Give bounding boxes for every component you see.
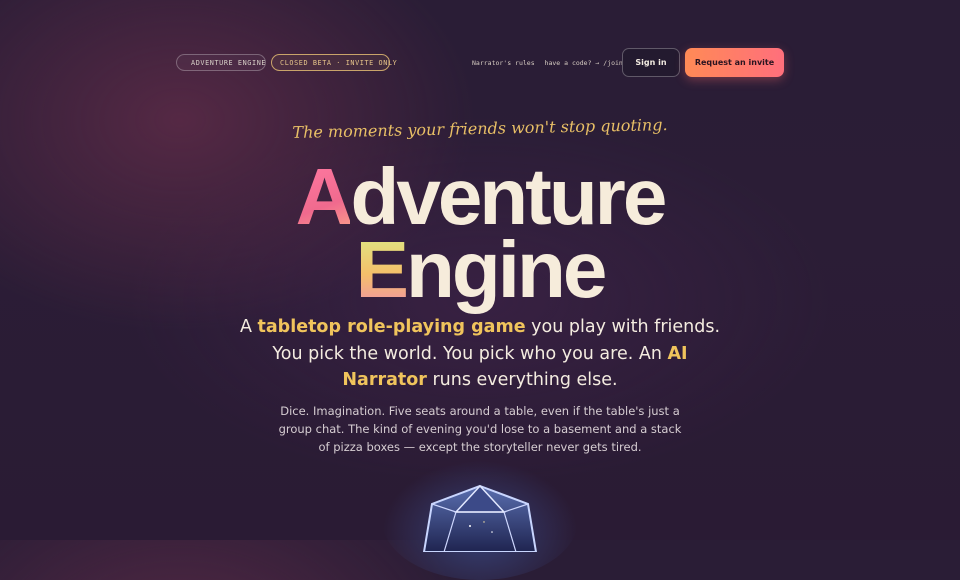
sign-in-label: Sign in <box>635 58 667 67</box>
title-cap-e: E <box>355 225 409 314</box>
lead-highlight-tabletop: tabletop role-playing game <box>257 317 526 337</box>
d20-dice-icon <box>422 484 538 552</box>
request-invite-label: Request an invite <box>694 58 775 67</box>
lead-text-1: A <box>239 317 258 337</box>
join-code-link[interactable]: have a code? → /join <box>545 59 623 67</box>
beta-badge-label: CLOSED BETA · INVITE ONLY <box>280 58 398 67</box>
hero-tagline: The moments your friends won't stop quot… <box>292 115 668 142</box>
sign-in-button[interactable]: Sign in <box>622 48 680 77</box>
hero-subtext: Dice. Imagination. Five seats around a t… <box>278 404 682 454</box>
top-nav: ADVENTURE ENGINE CLOSED BETA · INVITE ON… <box>176 48 784 78</box>
hero-title-line-2: Engine <box>0 230 960 310</box>
brand-badge[interactable]: ADVENTURE ENGINE <box>176 54 266 71</box>
beta-badge: CLOSED BETA · INVITE ONLY <box>271 54 397 71</box>
request-invite-button[interactable]: Request an invite <box>685 48 784 77</box>
title-cap-a: A <box>295 152 354 241</box>
title-rest-2: ngine <box>406 225 607 314</box>
lead-text-3: runs everything else. <box>426 370 618 390</box>
brand-label: ADVENTURE ENGINE <box>191 58 267 67</box>
nav-links: Narrator's rules have a code? → /join <box>472 59 623 67</box>
narrator-rules-link[interactable]: Narrator's rules <box>472 59 535 67</box>
hero-lead: A tabletop role-playing game you play wi… <box>232 314 728 394</box>
